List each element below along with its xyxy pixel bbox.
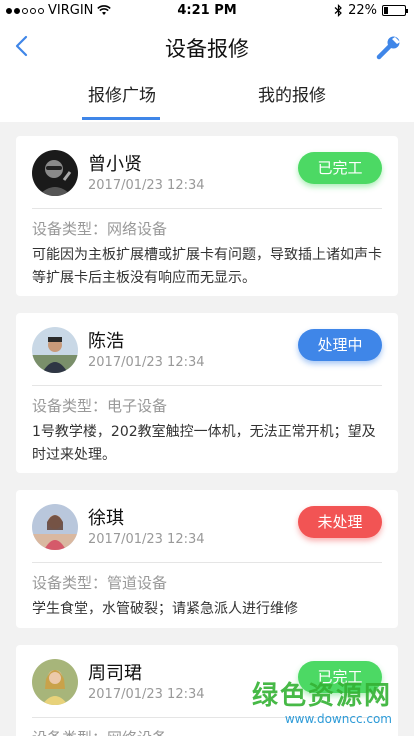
divider bbox=[32, 208, 382, 209]
tab-label: 我的报修 bbox=[258, 86, 326, 106]
report-date: 2017/01/23 12:34 bbox=[88, 355, 205, 370]
device-type: 设备类型：管道设备 bbox=[32, 574, 168, 592]
tab-active-indicator bbox=[82, 117, 160, 120]
page-title: 设备报修 bbox=[165, 37, 249, 61]
watermark: 绿色资源网 www.downcc.com bbox=[252, 675, 392, 726]
repair-description: 学生食堂，水管破裂；请紧急派人进行维修 bbox=[32, 601, 298, 617]
avatar bbox=[32, 659, 78, 705]
avatar bbox=[32, 150, 78, 196]
battery-icon bbox=[382, 5, 408, 16]
divider bbox=[32, 385, 382, 386]
tab-bar: 报修广场 我的报修 bbox=[0, 70, 414, 122]
report-date: 2017/01/23 12:34 bbox=[88, 687, 205, 702]
tab-my-repairs[interactable]: 我的报修 bbox=[212, 70, 372, 122]
tab-repair-square[interactable]: 报修广场 bbox=[42, 70, 202, 122]
report-date: 2017/01/23 12:34 bbox=[88, 532, 205, 547]
watermark-url: www.downcc.com bbox=[284, 712, 392, 726]
reporter-name: 曾小贤 bbox=[88, 154, 142, 175]
watermark-text: 绿色资源网 bbox=[251, 681, 392, 711]
avatar bbox=[32, 504, 78, 550]
back-icon[interactable] bbox=[10, 32, 34, 60]
repair-card[interactable]: 曾小贤 2017/01/23 12:34 已完工 设备类型：网络设备 可能因为主… bbox=[16, 136, 398, 296]
repair-card[interactable]: 陈浩 2017/01/23 12:34 处理中 设备类型：电子设备 1号教学楼，… bbox=[16, 313, 398, 473]
device-type: 设备类型：电子设备 bbox=[32, 397, 168, 415]
repair-description: 可能因为主板扩展槽或扩展卡有问题，导致插上诸如声卡等扩展卡后主板没有响应而无显示… bbox=[32, 247, 382, 286]
avatar bbox=[32, 327, 78, 373]
device-type: 设备类型：网络设备 bbox=[32, 220, 168, 238]
status-badge: 已完工 bbox=[298, 152, 382, 184]
repair-description: 1号教学楼，202教室触控一体机，无法正常开机；望及时过来处理。 bbox=[32, 424, 376, 463]
repair-card[interactable]: 徐琪 2017/01/23 12:34 未处理 设备类型：管道设备 学生食堂，水… bbox=[16, 490, 398, 628]
reporter-name: 徐琪 bbox=[88, 508, 124, 529]
bluetooth-icon bbox=[334, 4, 342, 17]
report-date: 2017/01/23 12:34 bbox=[88, 178, 205, 193]
nav-bar: 设备报修 bbox=[0, 22, 414, 70]
status-badge: 处理中 bbox=[298, 329, 382, 361]
device-type: 设备类型：网络设备 bbox=[32, 727, 167, 736]
reporter-name: 陈浩 bbox=[88, 331, 124, 352]
status-bar: VIRGIN 4:21 PM 22% bbox=[0, 0, 414, 22]
tab-label: 报修广场 bbox=[88, 86, 156, 106]
wrench-icon[interactable] bbox=[376, 34, 402, 60]
reporter-name: 周司珺 bbox=[88, 663, 142, 684]
status-right: 22% bbox=[334, 3, 408, 18]
battery-percent: 22% bbox=[348, 3, 377, 18]
divider bbox=[32, 562, 382, 563]
status-badge: 未处理 bbox=[298, 506, 382, 538]
